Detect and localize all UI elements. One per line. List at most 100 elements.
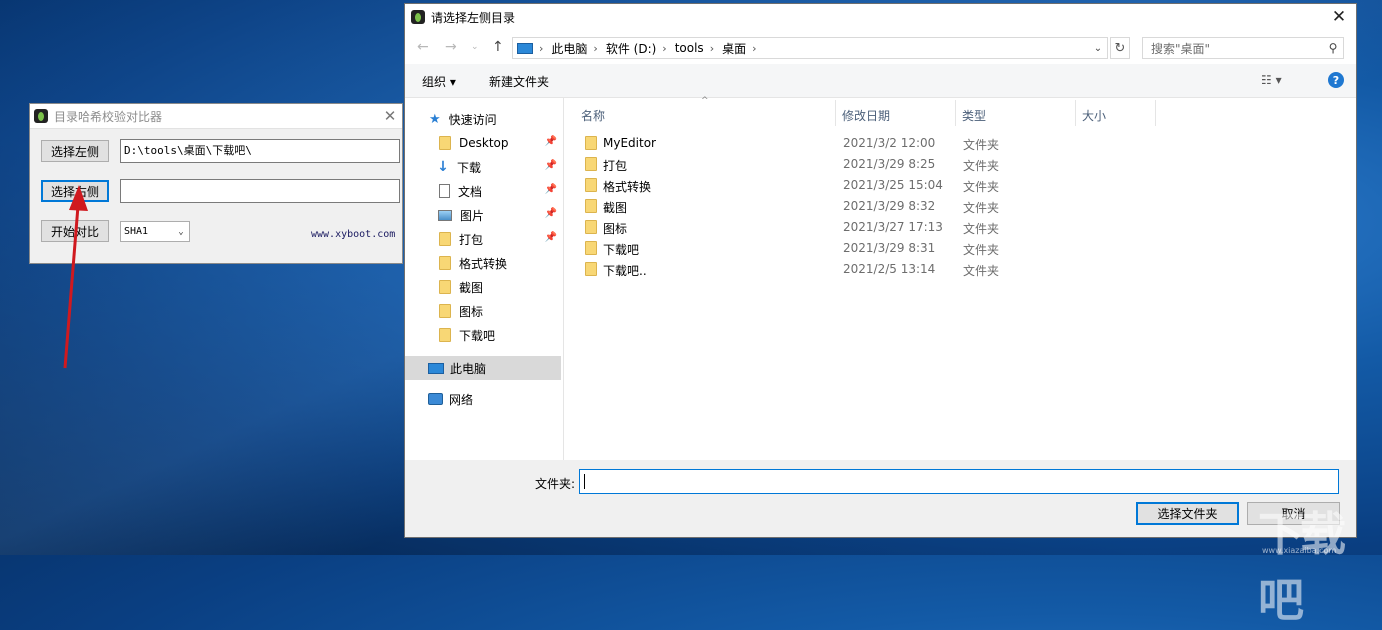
breadcrumb-this-pc[interactable]: 此电脑 [551, 40, 587, 57]
file-name: 打包 [603, 159, 628, 173]
folder-icon [585, 157, 597, 171]
back-arrow-icon[interactable]: ← [417, 39, 429, 55]
nav-item-documents[interactable]: 文档 📌 [405, 179, 561, 203]
breadcrumb-desktop[interactable]: 桌面 [722, 40, 746, 57]
file-name: 图标 [603, 222, 628, 236]
address-bar[interactable]: › 此电脑 › 软件 (D:) › tools › 桌面 › ⌄ [512, 37, 1108, 59]
nav-item-dabao[interactable]: 打包 📌 [405, 227, 561, 251]
chevron-down-icon: ⌄ [178, 226, 184, 237]
forward-arrow-icon[interactable]: → [445, 39, 457, 55]
select-folder-button[interactable]: 选择文件夹 [1136, 502, 1239, 525]
close-icon[interactable]: ✕ [378, 107, 402, 125]
organize-menu[interactable]: 组织 ▾ [422, 73, 456, 90]
pin-icon: 📌 [544, 136, 557, 147]
file-date: 2021/3/2 12:00 [843, 136, 936, 150]
column-date[interactable]: 修改日期 [842, 107, 890, 124]
column-divider[interactable] [1075, 100, 1076, 126]
nav-label: 打包 [459, 232, 484, 247]
right-path-input[interactable] [120, 179, 400, 203]
nav-item-format[interactable]: 格式转换 [405, 251, 561, 275]
search-icon: ⚲ [1328, 41, 1338, 55]
navigation-pane: ★ 快速访问 Desktop 📌 ↓ 下载 📌 文档 📌 图片 📌 打包 📌 格… [405, 98, 561, 460]
folder-icon [439, 136, 451, 150]
view-options-icon[interactable]: ☷ ▾ [1261, 73, 1282, 87]
folder-icon [439, 256, 451, 270]
pane-divider [563, 98, 564, 460]
file-date: 2021/3/29 8:32 [843, 199, 936, 213]
column-type[interactable]: 类型 [962, 107, 986, 124]
file-name: 下载吧.. [603, 264, 647, 278]
search-placeholder: 搜索"桌面" [1151, 41, 1211, 56]
picture-icon [438, 209, 452, 221]
dialog-title: 请选择左侧目录 [431, 10, 516, 25]
nav-label: Desktop [459, 136, 509, 150]
address-dropdown-icon[interactable]: ⌄ [1089, 43, 1107, 54]
file-name: MyEditor [603, 136, 656, 150]
breadcrumb-drive[interactable]: 软件 (D:) [606, 40, 656, 57]
folder-input[interactable] [579, 469, 1339, 494]
file-row[interactable]: 格式转换 2021/3/25 15:04 文件夹 [577, 175, 1137, 196]
file-row[interactable]: 打包 2021/3/29 8:25 文件夹 [577, 154, 1137, 175]
column-size[interactable]: 大小 [1082, 107, 1106, 124]
nav-item-pictures[interactable]: 图片 📌 [405, 203, 561, 227]
column-name[interactable]: 名称 [581, 107, 605, 124]
nav-label: 下载 [457, 160, 482, 175]
text-caret [584, 474, 585, 489]
watermark-logo: 下载吧 [1258, 507, 1346, 627]
watermark-url: www.xiazaiba.com [1262, 546, 1337, 555]
nav-label: 此电脑 [450, 361, 487, 376]
left-path-input[interactable]: D:\tools\桌面\下载吧\ [120, 139, 400, 163]
refresh-icon[interactable]: ↻ [1110, 37, 1130, 59]
nav-item-icons[interactable]: 图标 [405, 299, 561, 323]
file-row[interactable]: MyEditor 2021/3/2 12:00 文件夹 [577, 133, 1137, 154]
file-date: 2021/3/27 17:13 [843, 220, 943, 234]
nav-label: 截图 [459, 280, 484, 295]
file-type: 文件夹 [963, 138, 1000, 152]
app-titlebar: 目录哈希校验对比器 ✕ [30, 104, 402, 129]
file-type: 文件夹 [963, 159, 1000, 173]
nav-label: 格式转换 [459, 256, 508, 271]
pin-icon: 📌 [544, 160, 557, 171]
search-input[interactable]: 搜索"桌面" ⚲ [1142, 37, 1344, 59]
nav-label: 图片 [460, 208, 485, 223]
select-left-button[interactable]: 选择左侧 [41, 140, 109, 162]
file-row[interactable]: 下载吧 2021/3/29 8:31 文件夹 [577, 238, 1137, 259]
up-arrow-icon[interactable]: ↑ [492, 39, 504, 55]
algorithm-value: SHA1 [124, 226, 149, 237]
website-link[interactable]: www.xyboot.com [311, 229, 395, 240]
dialog-logo-icon [411, 10, 425, 24]
address-bar-row: ← → ⌄ ↑ › 此电脑 › 软件 (D:) › tools › 桌面 › ⌄… [405, 30, 1356, 64]
file-row[interactable]: 下载吧.. 2021/2/5 13:14 文件夹 [577, 259, 1137, 280]
column-divider[interactable] [1155, 100, 1156, 126]
nav-item-screenshots[interactable]: 截图 [405, 275, 561, 299]
folder-icon [585, 136, 597, 150]
column-divider[interactable] [835, 100, 836, 126]
dialog-titlebar: 请选择左侧目录 ✕ [405, 4, 1356, 30]
file-row[interactable]: 图标 2021/3/27 17:13 文件夹 [577, 217, 1137, 238]
help-icon[interactable]: ? [1328, 72, 1344, 88]
network-icon [428, 393, 443, 405]
nav-label: 快速访问 [448, 112, 497, 127]
file-date: 2021/3/25 15:04 [843, 178, 943, 192]
recent-chevron-icon[interactable]: ⌄ [471, 42, 479, 52]
nav-network[interactable]: 网络 [405, 387, 561, 411]
file-name: 下载吧 [603, 243, 640, 257]
nav-item-desktop[interactable]: Desktop 📌 [405, 131, 561, 155]
computer-icon [517, 42, 533, 54]
folder-icon [585, 220, 597, 234]
browser-area: ★ 快速访问 Desktop 📌 ↓ 下载 📌 文档 📌 图片 📌 打包 📌 格… [405, 96, 1356, 460]
nav-label: 图标 [459, 304, 484, 319]
app-logo-icon [34, 109, 48, 123]
dialog-close-icon[interactable]: ✕ [1322, 7, 1356, 27]
file-row[interactable]: 截图 2021/3/29 8:32 文件夹 [577, 196, 1137, 217]
column-divider[interactable] [955, 100, 956, 126]
breadcrumb-tools[interactable]: tools [675, 41, 704, 55]
nav-quick-access[interactable]: ★ 快速访问 [405, 107, 561, 131]
nav-item-downloads[interactable]: ↓ 下载 📌 [405, 155, 561, 179]
nav-item-xiazaiba[interactable]: 下载吧 [405, 323, 561, 347]
download-arrow-icon: ↓ [437, 159, 449, 175]
nav-this-pc[interactable]: 此电脑 [405, 356, 561, 380]
algorithm-select[interactable]: SHA1 ⌄ [120, 221, 190, 242]
folder-icon [439, 328, 451, 342]
new-folder-button[interactable]: 新建文件夹 [489, 73, 549, 90]
